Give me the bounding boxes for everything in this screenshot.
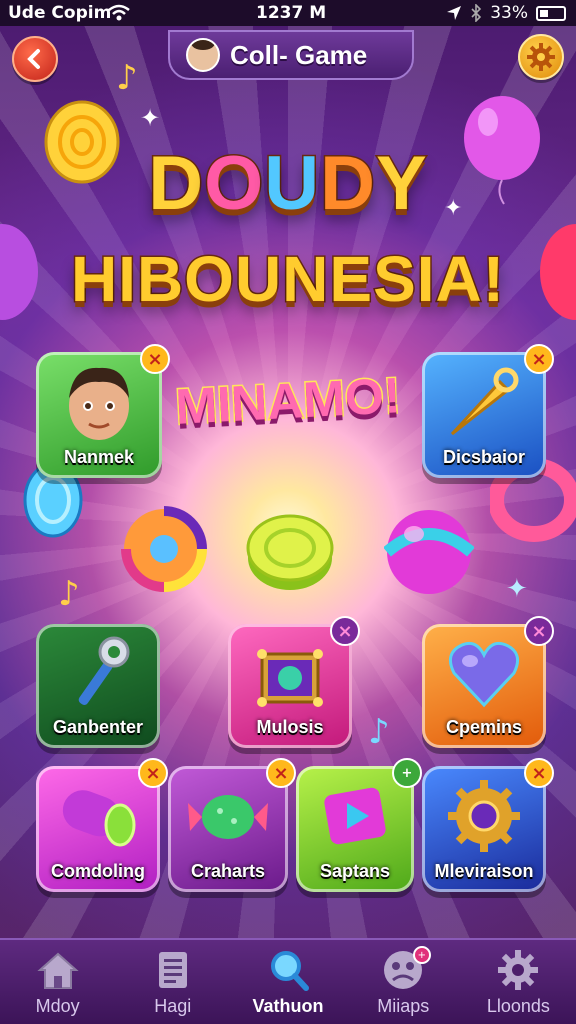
treasure-box-icon [257, 648, 323, 707]
sparkle-icon: ✦ [140, 104, 161, 132]
banner-letter: U [263, 140, 321, 228]
status-bar: Ude Copim 1237 M 33% [0, 0, 576, 26]
game-tile[interactable]: Ganbenter [36, 624, 160, 748]
tile-label: Cpemins [445, 717, 523, 737]
search-icon [271, 951, 309, 991]
page-title: Coll- Game [230, 39, 368, 70]
heart-icon [448, 641, 520, 707]
nav-item-face[interactable]: + Miiaps [346, 940, 461, 1024]
home-icon [36, 952, 79, 989]
music-note-icon: ♪ [368, 712, 390, 752]
music-note-icon: ♪ [116, 58, 138, 98]
document-icon [158, 952, 187, 988]
banner-letter: O [203, 140, 265, 228]
banner-letter: D [319, 140, 377, 228]
back-button[interactable] [12, 36, 58, 82]
battery-percent: 33% [490, 3, 528, 23]
wifi-icon [108, 4, 130, 21]
add-badge[interactable]: + [392, 758, 422, 788]
nav-label: Vathuon [252, 996, 324, 1016]
tile-label: Mleviraison [434, 861, 534, 881]
nav-label: Mdoy [35, 996, 80, 1016]
nav-label: Hagi [154, 996, 192, 1016]
swirl-candy-icon [121, 506, 207, 592]
close-badge[interactable]: × [524, 344, 554, 374]
carrier-text: Ude Copim [8, 3, 112, 23]
avatar-boy-icon [69, 368, 129, 441]
wrapped-candy-icon [188, 795, 268, 840]
game-tile[interactable]: × Craharts [168, 758, 296, 892]
close-badge[interactable]: × [524, 758, 554, 788]
close-badge[interactable]: × [266, 758, 296, 788]
bottom-nav: Mdoy Hagi Vathuon + Miiaps Lloonds [0, 938, 576, 1024]
settings-button[interactable] [518, 34, 564, 80]
chevron-left-icon [27, 49, 40, 69]
banner-letter: Y [375, 140, 429, 228]
gear-icon [498, 950, 539, 990]
location-icon [447, 6, 462, 20]
close-badge[interactable]: × [524, 616, 554, 646]
bluetooth-icon [471, 4, 482, 22]
tile-label: Nanmek [63, 447, 135, 467]
sparkle-icon: ✦ [506, 574, 528, 604]
close-badge[interactable]: × [330, 616, 360, 646]
game-tile[interactable]: × Dicsbaior [422, 344, 554, 478]
game-tile[interactable]: × Cpemins [422, 616, 554, 748]
banner-title-line1: DOUDY [0, 140, 576, 228]
tile-label: Saptans [319, 861, 391, 881]
tile-label: Ganbenter [52, 717, 144, 737]
nav-item-search[interactable]: Vathuon [230, 940, 345, 1024]
tile-label: Mulosis [256, 717, 324, 737]
game-tile[interactable]: × Mleviraison [422, 758, 554, 892]
tile-label: Craharts [190, 861, 266, 881]
tube-candy-icon [62, 790, 136, 847]
nav-item-home[interactable]: Mdoy [0, 940, 115, 1024]
clock-text: 1237 M [256, 3, 327, 23]
avatar [186, 38, 220, 72]
status-right: 33% [446, 3, 566, 23]
lime-candy-icon [246, 514, 334, 590]
golden-gear-icon [448, 780, 520, 853]
close-badge[interactable]: × [138, 758, 168, 788]
play-gem-icon [324, 788, 386, 845]
gear-icon [527, 43, 555, 71]
game-tile[interactable]: × Mulosis [228, 616, 360, 748]
banner-title-line2: HIBOUNESIA! [69, 242, 506, 317]
close-badge[interactable]: × [140, 344, 170, 374]
wrench-icon [78, 636, 130, 705]
nav-item-document[interactable]: Hagi [115, 940, 230, 1024]
magenta-ball-icon [384, 510, 474, 594]
nav-item-settings[interactable]: Lloonds [461, 940, 576, 1024]
game-tile[interactable]: + Saptans [296, 758, 422, 892]
notification-badge: + [412, 946, 431, 964]
game-tile[interactable]: × Comdoling [36, 758, 168, 892]
music-note-icon: ♪ [58, 574, 80, 614]
golden-horn-icon [450, 367, 519, 436]
nav-label: Miiaps [377, 996, 430, 1016]
game-tile[interactable]: × Nanmek [36, 344, 170, 478]
tile-label: Dicsbaior [442, 447, 526, 467]
game-title-pill: Coll- Game [168, 30, 414, 80]
banner-letter: D [147, 140, 205, 228]
nav-label: Lloonds [486, 996, 550, 1016]
battery-icon [536, 5, 566, 21]
tile-label: Comdoling [51, 861, 145, 881]
